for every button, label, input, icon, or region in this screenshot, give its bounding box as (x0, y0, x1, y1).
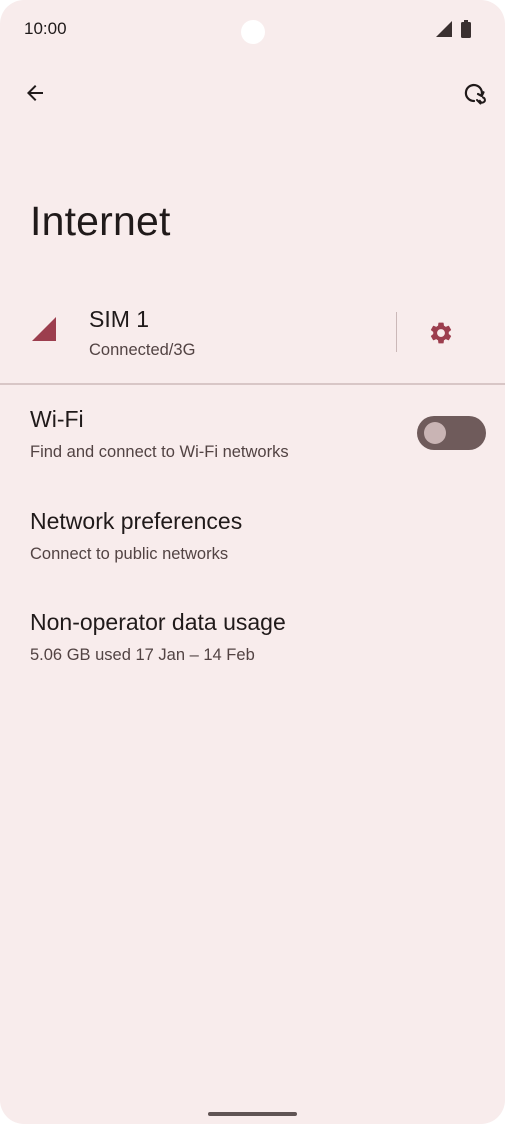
network-reset-icon (464, 83, 486, 105)
cell-signal-icon (436, 21, 452, 42)
section-divider (0, 383, 505, 385)
non-operator-data-usage-item[interactable]: Non-operator data usage 5.06 GB used 17 … (0, 609, 505, 693)
cellular-signal-icon (32, 317, 56, 346)
status-time: 10:00 (24, 19, 67, 38)
wifi-title: Wi-Fi (30, 406, 84, 432)
network-preferences-title: Network preferences (30, 508, 243, 534)
sim-status: Connected/3G (89, 341, 196, 359)
non-operator-data-usage-summary: 5.06 GB used 17 Jan – 14 Feb (30, 646, 255, 664)
wifi-summary: Find and connect to Wi-Fi networks (30, 443, 289, 461)
network-preferences-item[interactable]: Network preferences Connect to public ne… (0, 508, 505, 592)
sim-row[interactable]: SIM 1 Connected/3G (0, 296, 505, 370)
wifi-item[interactable]: Wi-Fi Find and connect to Wi-Fi networks (0, 406, 505, 490)
back-button[interactable] (14, 72, 56, 114)
page-title: Internet (30, 198, 171, 244)
wifi-toggle[interactable] (417, 416, 486, 450)
network-preferences-summary: Connect to public networks (30, 545, 229, 563)
gesture-nav-handle[interactable] (208, 1112, 297, 1116)
top-app-bar (0, 70, 505, 118)
non-operator-data-usage-title: Non-operator data usage (30, 609, 286, 635)
network-reset-button[interactable] (454, 72, 496, 114)
wifi-toggle-thumb (424, 422, 446, 444)
sim-settings-button[interactable] (418, 310, 464, 356)
internet-settings-screen: 10:00 Internet SIM 1 Connected/3G Wi-Fi … (0, 0, 505, 1124)
sim-row-divider (396, 312, 397, 352)
camera-cutout (241, 20, 265, 44)
sim-name: SIM 1 (89, 306, 150, 332)
battery-icon (461, 20, 471, 43)
gear-icon (430, 322, 452, 344)
arrow-back-icon (27, 85, 43, 101)
status-bar: 10:00 (0, 0, 505, 58)
